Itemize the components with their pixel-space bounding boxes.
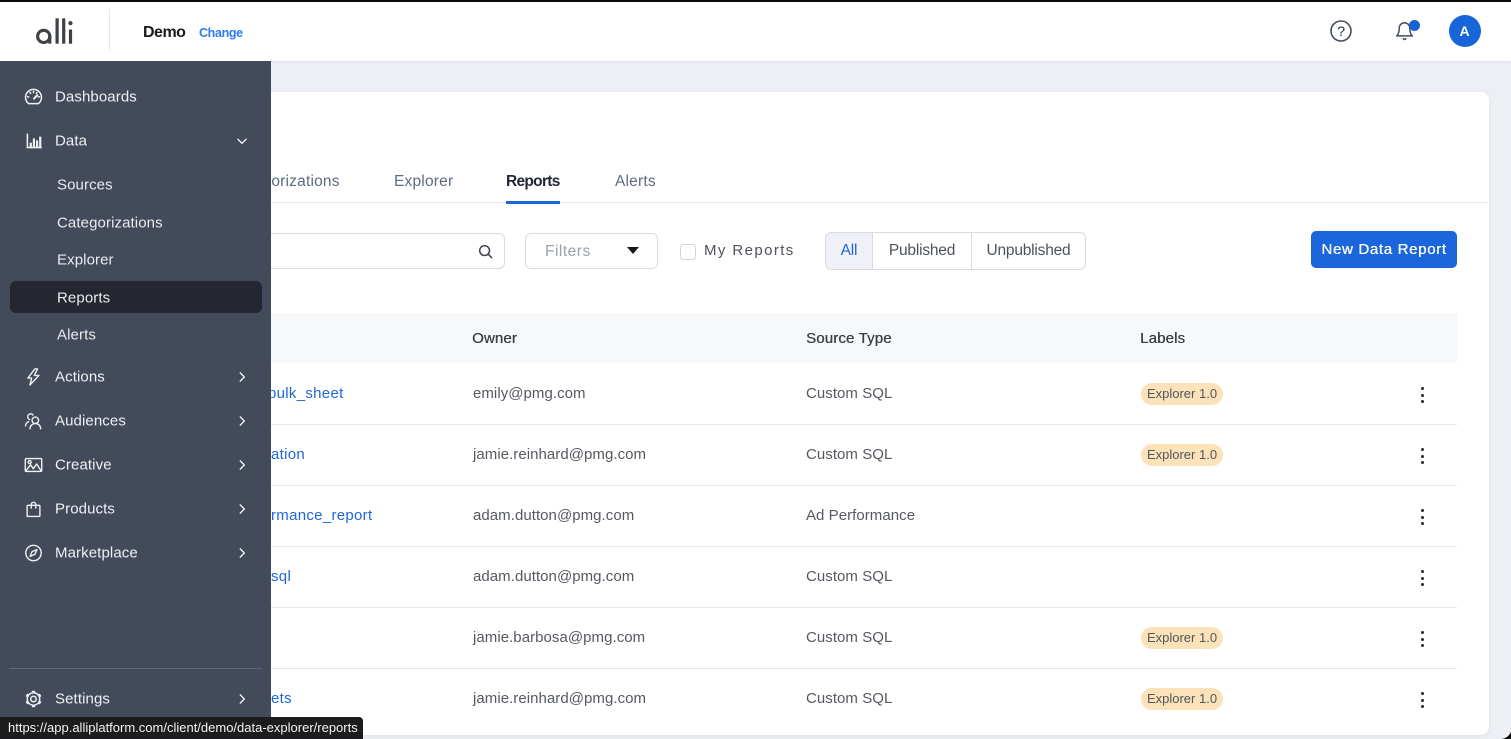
svg-text:?: ?: [1337, 23, 1345, 39]
